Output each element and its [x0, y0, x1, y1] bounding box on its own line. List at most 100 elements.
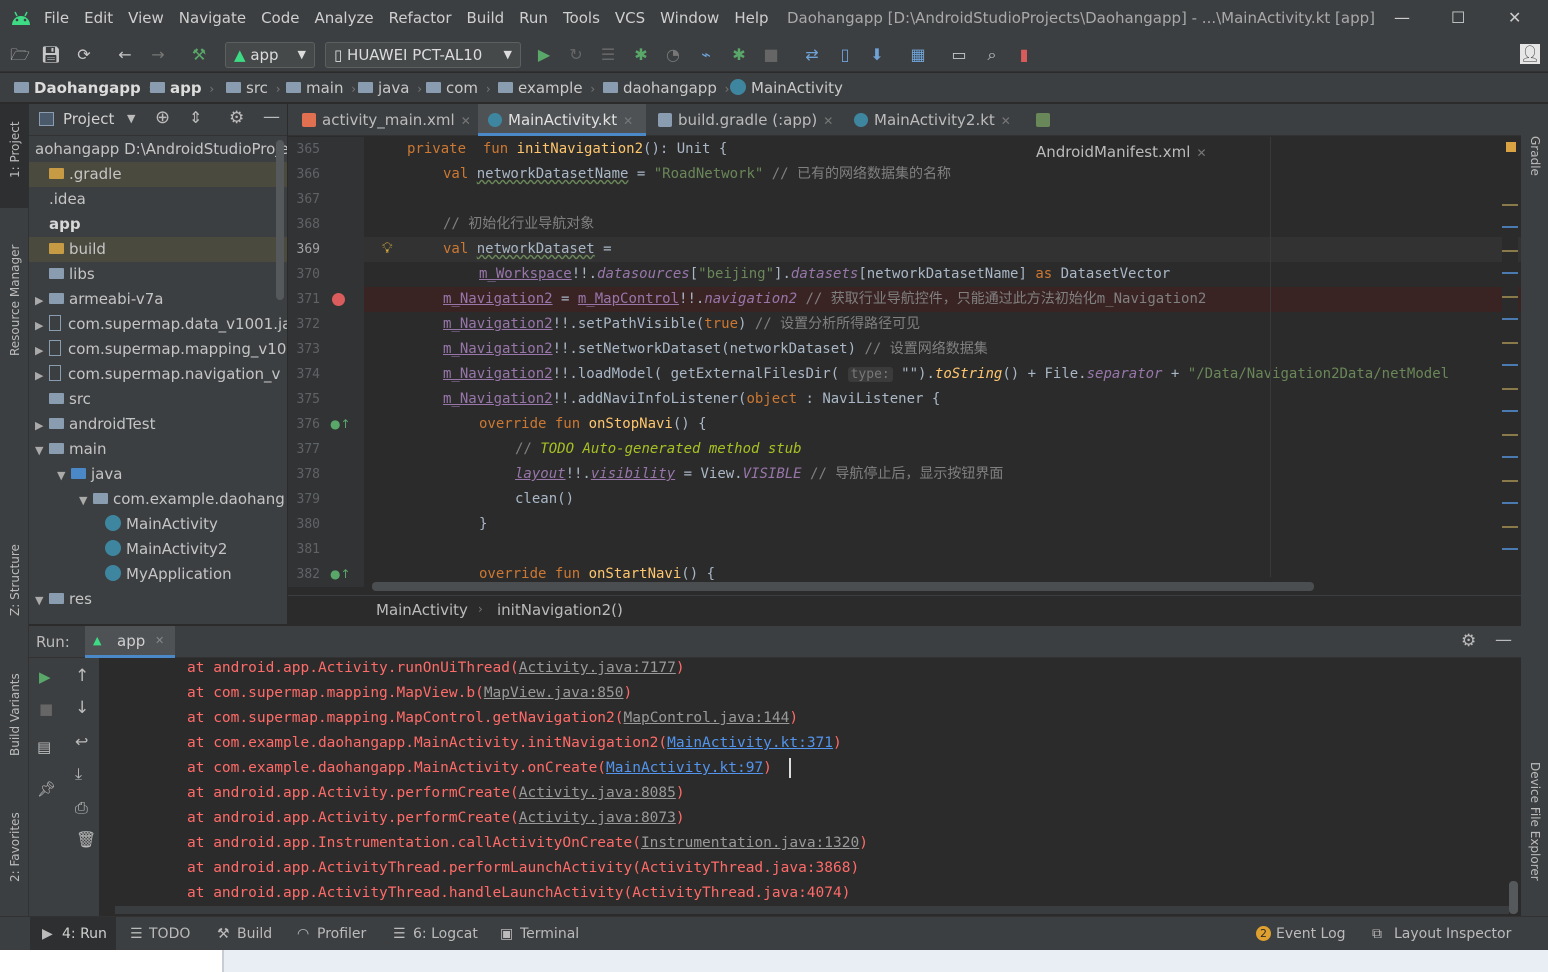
debug-icon[interactable]: ✱	[630, 44, 652, 66]
structure-label[interactable]: Z: Structure	[8, 544, 22, 616]
scroll-to-end-icon[interactable]: ⤓	[75, 764, 82, 784]
close-tab-icon[interactable]: ✕	[1001, 114, 1011, 128]
stacktrace-link[interactable]: Instrumentation.java:1320	[641, 835, 859, 851]
chevron-down-icon[interactable]: ▼	[127, 112, 135, 125]
console-hscrollbar[interactable]	[115, 906, 1509, 914]
profile-icon[interactable]: ◔	[662, 44, 684, 66]
gear-icon[interactable]: ⚙	[229, 108, 244, 128]
project-tree-item[interactable]: ▶ com.supermap.data_v1001.ja	[29, 312, 287, 337]
breadcrumb-item[interactable]: app ›	[150, 79, 214, 97]
pin-icon[interactable]: 📌︎	[37, 780, 56, 798]
close-tab-icon[interactable]: ✕	[155, 634, 164, 647]
project-tree-item[interactable]: libs	[29, 262, 287, 287]
project-tree-item[interactable]: MainActivity	[29, 512, 287, 537]
stop-icon[interactable]: ■	[39, 700, 53, 718]
build-variants-label[interactable]: Build Variants	[8, 673, 22, 756]
soft-wrap-icon[interactable]: ↩	[75, 732, 88, 751]
apply-code-icon[interactable]: ☰	[597, 44, 619, 66]
chevron-right-icon[interactable]: ▶	[35, 338, 49, 362]
layout-inspector-button[interactable]: Layout Inspector	[1394, 926, 1511, 942]
breadcrumb-item[interactable]: src ›	[226, 79, 281, 97]
run-icon[interactable]: ▶	[533, 44, 555, 66]
menu-file[interactable]: File	[44, 9, 69, 27]
editor-tab[interactable]: MainActivity.kt ✕	[478, 104, 646, 136]
stacktrace-link[interactable]: MainActivity.kt:97	[606, 760, 763, 776]
project-tree-item[interactable]: ▼ com.example.daohang	[29, 487, 287, 512]
run-config-select[interactable]: ▲ app ▼	[225, 42, 315, 68]
project-tree-item[interactable]: ▼ java	[29, 462, 287, 487]
bottom-tab-todo[interactable]: TODO	[149, 926, 190, 942]
project-view-selector[interactable]: Project	[63, 110, 114, 128]
layout-icon[interactable]: ▤	[37, 738, 51, 756]
collapse-all-icon[interactable]: ⇕	[189, 108, 202, 127]
trash-icon[interactable]: 🗑︎	[76, 830, 96, 849]
stacktrace-link[interactable]: Activity.java:8085	[519, 785, 676, 801]
project-tree-item[interactable]: app	[29, 212, 287, 237]
stacktrace-link[interactable]: Activity.java:7177	[519, 660, 676, 676]
bottom-tab-profiler[interactable]: Profiler	[317, 926, 366, 942]
menu-tools[interactable]: Tools	[563, 9, 600, 27]
up-arrow-icon[interactable]: ↑	[75, 666, 89, 686]
breadcrumb-item[interactable]: example ›	[498, 79, 595, 97]
minimize-icon[interactable]: —	[1394, 8, 1410, 27]
bottom-tab-run[interactable]: 4: Run	[62, 926, 107, 942]
stacktrace-link[interactable]: Activity.java:8073	[519, 810, 676, 826]
menu-analyze[interactable]: Analyze	[314, 9, 373, 27]
layout-inspector-icon[interactable]: ▭	[948, 44, 970, 66]
crumb-method[interactable]: initNavigation2()	[497, 601, 623, 619]
maximize-icon[interactable]: ☐	[1451, 8, 1465, 27]
menu-edit[interactable]: Edit	[84, 9, 113, 27]
sync-gradle-icon[interactable]: ⇄	[801, 44, 823, 66]
avd-manager-icon[interactable]: ▯	[834, 44, 856, 66]
device-select[interactable]: ▯ HUAWEI PCT-AL10 ▼	[325, 42, 521, 68]
sdk-manager-icon[interactable]: ⬇	[866, 44, 888, 66]
attach-debugger-bug-icon[interactable]: ✱	[728, 44, 750, 66]
editor-tab[interactable]: AndroidManifest.xml ✕	[1026, 104, 1226, 161]
bottom-tab-terminal[interactable]: Terminal	[520, 926, 579, 942]
save-icon[interactable]: 💾︎	[40, 44, 62, 66]
chevron-right-icon[interactable]: ▶	[35, 313, 49, 337]
chevron-down-icon[interactable]: ▼	[79, 488, 93, 512]
menu-refactor[interactable]: Refactor	[389, 9, 452, 27]
project-tree-item[interactable]: MyApplication	[29, 562, 287, 587]
close-tab-icon[interactable]: ✕	[461, 114, 471, 128]
print-icon[interactable]: ⎙	[75, 798, 88, 818]
project-tree-item[interactable]: .idea	[29, 187, 287, 212]
breadcrumb-item[interactable]: main ›	[286, 79, 356, 97]
project-tree-item[interactable]: build	[29, 237, 287, 262]
implements-icon[interactable]: ●↑	[330, 417, 351, 431]
menu-build[interactable]: Build	[467, 9, 505, 27]
taskbar-search-box[interactable]	[0, 950, 222, 972]
project-tree-item[interactable]: ▼ res	[29, 587, 287, 612]
device-file-explorer-label[interactable]: Device File Explorer	[1528, 762, 1542, 881]
editor-tab[interactable]: MainActivity2.kt ✕	[844, 104, 1024, 136]
chevron-down-icon[interactable]: ▼	[35, 438, 49, 462]
console-scrollbar[interactable]	[1509, 881, 1518, 914]
hide-icon[interactable]: —	[263, 107, 280, 127]
menu-help[interactable]: Help	[734, 9, 768, 27]
locate-icon[interactable]: ⊕	[155, 107, 170, 128]
hide-icon[interactable]: —	[1495, 630, 1512, 650]
implements-icon[interactable]: ●↑	[330, 567, 351, 581]
project-tree-item[interactable]: .gradle	[29, 162, 287, 187]
gradle-label[interactable]: Gradle	[1528, 136, 1542, 176]
project-tree-item[interactable]: aohangapp D:\AndroidStudioProje	[29, 137, 287, 162]
chevron-right-icon[interactable]: ▶	[35, 413, 49, 437]
favorites-label[interactable]: 2: Favorites	[8, 812, 22, 882]
close-tab-icon[interactable]: ✕	[623, 114, 633, 128]
horizontal-scrollbar[interactable]	[372, 582, 1314, 591]
crumb-class[interactable]: MainActivity	[376, 601, 468, 619]
project-tree-item[interactable]: MainActivity2	[29, 537, 287, 562]
rerun-icon[interactable]: ▶	[39, 668, 51, 686]
build-hammer-icon[interactable]: ⚒	[188, 44, 210, 66]
apply-changes-icon[interactable]: ↻	[565, 44, 587, 66]
project-tree-item[interactable]: ▶ com.supermap.navigation_v	[29, 362, 287, 387]
breadcrumb-item[interactable]: daohangapp ›	[603, 79, 729, 97]
menu-navigate[interactable]: Navigate	[179, 9, 246, 27]
attach-debugger-icon[interactable]: ⌁	[695, 44, 717, 66]
resource-manager-label[interactable]: Resource Manager	[8, 245, 22, 356]
editor-tab[interactable]: activity_main.xml ✕	[292, 104, 476, 136]
project-tree-item[interactable]: ▶ com.supermap.mapping_v10	[29, 337, 287, 362]
gear-icon[interactable]: ⚙	[1461, 631, 1476, 651]
stacktrace-link[interactable]: MapControl.java:144	[624, 710, 790, 726]
